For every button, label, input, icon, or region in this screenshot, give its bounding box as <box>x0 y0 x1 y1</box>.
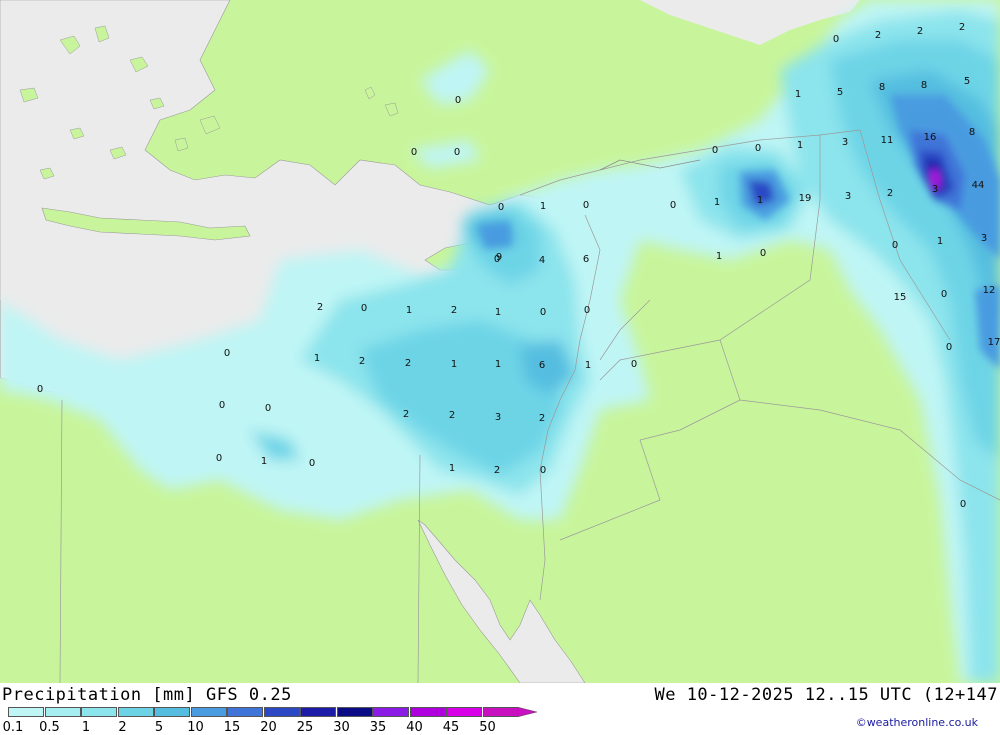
value-label: 0 <box>712 145 718 156</box>
value-label: 2 <box>449 410 455 421</box>
value-label: 1 <box>757 195 763 206</box>
value-label: 0 <box>892 240 898 251</box>
value-label: 2 <box>959 22 965 33</box>
credit-link[interactable]: ©weatheronline.co.uk <box>856 716 978 729</box>
value-label: 0 <box>454 147 460 158</box>
value-label: 2 <box>539 413 545 424</box>
value-label: 0 <box>670 200 676 211</box>
value-label: 2 <box>359 356 365 367</box>
value-label: 17 <box>988 337 1000 348</box>
value-label: 0 <box>583 200 589 211</box>
value-label: 1 <box>795 89 801 100</box>
value-label: 8 <box>921 80 927 91</box>
value-label: 15 <box>894 292 907 303</box>
value-label: 1 <box>540 201 546 212</box>
precipitation-map: 0 2 2 2 0 1 5 8 5 8 0 0 1 3 11 16 8 0 0 1 0 0 1 19 3 2 3 44 9 1 0 0 4 6 1 0… <box>0 0 1000 683</box>
value-label: 1 <box>314 353 320 364</box>
value-label: 44 <box>972 180 985 191</box>
legend-swatch <box>446 707 482 717</box>
value-label: 0 <box>631 359 637 370</box>
legend-swatch <box>81 707 117 717</box>
value-label: 3 <box>932 184 938 195</box>
value-label: 1 <box>495 307 501 318</box>
value-label: 12 <box>983 285 996 296</box>
value-label: 11 <box>881 135 894 146</box>
value-label: 8 <box>969 127 975 138</box>
value-label: 2 <box>451 305 457 316</box>
legend-swatch <box>154 707 190 717</box>
value-label: 4 <box>539 255 545 266</box>
legend-swatch <box>227 707 263 717</box>
value-label: 0 <box>494 254 500 265</box>
value-label: 0 <box>946 342 952 353</box>
value-label: 0 <box>224 348 230 359</box>
value-label: 19 <box>799 193 812 204</box>
value-label: 1 <box>451 359 457 370</box>
value-label: 2 <box>887 188 893 199</box>
value-label: 0 <box>540 307 546 318</box>
value-label: 5 <box>964 76 970 87</box>
value-label: 3 <box>842 137 848 148</box>
value-label: 5 <box>837 87 843 98</box>
value-label: 0 <box>584 305 590 316</box>
legend-swatch <box>117 707 154 717</box>
value-label: 0 <box>941 289 947 300</box>
value-label: 2 <box>403 409 409 420</box>
legend-swatch <box>373 707 409 717</box>
value-label: 2 <box>317 302 323 313</box>
value-label: 1 <box>714 197 720 208</box>
value-label: 1 <box>585 360 591 371</box>
value-label: 3 <box>495 412 501 423</box>
value-label: 0 <box>760 248 766 259</box>
value-label: 1 <box>797 140 803 151</box>
value-label: 2 <box>405 358 411 369</box>
value-label: 16 <box>924 132 937 143</box>
color-legend <box>8 707 537 717</box>
value-label: 1 <box>261 456 267 467</box>
value-label: 0 <box>755 143 761 154</box>
value-label: 2 <box>494 465 500 476</box>
value-label: 6 <box>583 254 589 265</box>
value-label: 0 <box>216 453 222 464</box>
value-label: 0 <box>265 403 271 414</box>
legend-swatch <box>44 707 81 717</box>
value-label: 3 <box>845 191 851 202</box>
legend-swatch <box>263 707 300 717</box>
value-label: 6 <box>539 360 545 371</box>
value-label: 0 <box>540 465 546 476</box>
legend-swatch <box>336 707 373 717</box>
value-label: 0 <box>455 95 461 106</box>
legend-swatch <box>190 707 227 717</box>
value-label: 1 <box>406 305 412 316</box>
value-label: 0 <box>37 384 43 395</box>
value-label: 0 <box>219 400 225 411</box>
value-label: 1 <box>495 359 501 370</box>
value-label: 2 <box>875 30 881 41</box>
map-footer: Precipitation [mm] GFS 0.25 We 10-12-202… <box>0 683 1000 735</box>
value-label: 0 <box>309 458 315 469</box>
value-label: 0 <box>498 202 504 213</box>
value-label: 0 <box>361 303 367 314</box>
legend-swatch <box>300 707 336 717</box>
map-title: Precipitation [mm] GFS 0.25 <box>2 685 292 705</box>
value-label: 3 <box>981 233 987 244</box>
legend-swatch <box>409 707 446 717</box>
legend-arrow-icon <box>517 707 537 717</box>
value-label: 1 <box>937 236 943 247</box>
value-label: 8 <box>879 82 885 93</box>
legend-swatch <box>8 707 44 717</box>
value-label: 2 <box>917 26 923 37</box>
value-label: 0 <box>960 499 966 510</box>
value-label: 0 <box>411 147 417 158</box>
value-label: 1 <box>449 463 455 474</box>
legend-swatch <box>482 707 519 717</box>
value-label: 0 <box>833 34 839 45</box>
valid-time: We 10-12-2025 12..15 UTC (12+147 <box>654 685 998 705</box>
value-label: 1 <box>716 251 722 262</box>
